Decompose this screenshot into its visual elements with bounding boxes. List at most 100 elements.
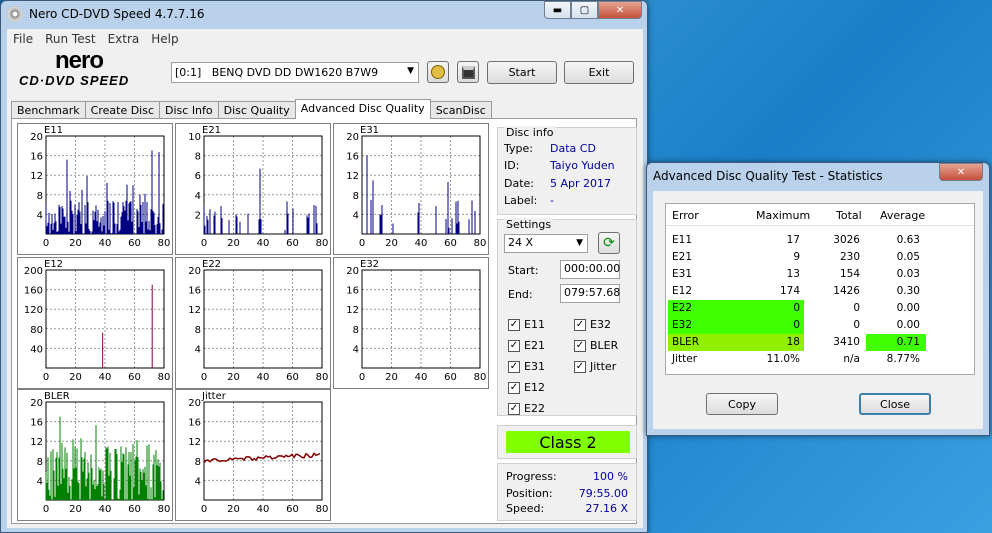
checkbox-e31[interactable]: ✓ E31 — [508, 360, 545, 373]
chevron-down-icon: ▼ — [576, 238, 583, 248]
x-tick: 0 — [201, 504, 207, 515]
type-label: Type: — [504, 142, 533, 155]
check-icon: ✓ — [508, 318, 520, 331]
check-icon: ✓ — [574, 318, 586, 331]
stats-row: BLER 18 3410 0.71 — [666, 334, 974, 351]
disc-info-group: Disc info Type: Data CD ID: Taiyo Yuden … — [497, 126, 637, 215]
checkbox-bler[interactable]: ✓ BLER — [574, 339, 618, 352]
x-tick: 80 — [316, 238, 329, 249]
y-tick: 8 — [37, 457, 43, 468]
header-maximum: Maximum — [756, 209, 811, 222]
stats-title-bar[interactable]: Advanced Disc Quality Test - Statistics — [647, 163, 989, 189]
header-error: Error — [672, 209, 699, 222]
y-tick: 12 — [188, 437, 201, 448]
position-value: 79:55.00 — [578, 487, 628, 500]
y-tick: 4 — [195, 191, 201, 202]
tab-benchmark[interactable]: Benchmark — [11, 101, 86, 119]
menu-bar: File Run Test Extra Help — [7, 29, 643, 49]
y-tick: 4 — [195, 476, 201, 487]
graph-e21: E21 10 8 6 4 2 0 20 40 60 80 — [175, 123, 331, 255]
label-value: - — [550, 194, 554, 207]
graph-bler: BLER 20 16 12 8 4 0 20 40 60 80 — [17, 389, 173, 521]
y-tick: 4 — [195, 344, 201, 355]
tab-scandisc[interactable]: ScanDisc — [429, 101, 492, 119]
graph-jitter: Jitter 20 16 12 8 4 0 20 40 60 80 — [175, 389, 331, 521]
y-tick: 4 — [353, 210, 359, 221]
minimize-button[interactable]: ▬ — [544, 1, 571, 19]
class-badge: Class 2 — [506, 431, 630, 453]
x-tick: 40 — [257, 238, 270, 249]
close-stats-button[interactable]: Close — [859, 393, 931, 415]
x-tick: 20 — [227, 504, 240, 515]
x-tick: 60 — [286, 504, 299, 515]
x-tick: 60 — [286, 372, 299, 383]
menu-extra[interactable]: Extra — [102, 32, 146, 46]
tab-advanced-disc-quality[interactable]: Advanced Disc Quality — [294, 99, 431, 119]
tab-create-disc[interactable]: Create Disc — [84, 101, 161, 119]
y-tick: 16 — [188, 418, 201, 429]
trace-line — [203, 452, 321, 464]
x-tick: 0 — [201, 238, 207, 249]
graph-e12: E12 200 160 120 80 40 0 20 40 60 80 — [17, 257, 173, 389]
checkbox-e12[interactable]: ✓ E12 — [508, 381, 545, 394]
x-tick: 60 — [286, 238, 299, 249]
stats-close-button[interactable]: ✕ — [939, 163, 983, 181]
tab-disc-info[interactable]: Disc Info — [159, 101, 219, 119]
check-icon: ✓ — [508, 381, 520, 394]
save-button[interactable] — [457, 61, 479, 83]
y-tick: 16 — [346, 286, 359, 297]
nero-logo: nero CD·DVD SPEED — [19, 47, 130, 88]
start-label: Start: — [508, 264, 539, 277]
y-tick: 20 — [188, 266, 201, 277]
id-value: Taiyo Yuden — [550, 159, 615, 172]
refresh-button[interactable]: ⟳ — [598, 232, 620, 254]
y-tick: 6 — [195, 171, 201, 182]
menu-help[interactable]: Help — [145, 32, 184, 46]
checkbox-jitter[interactable]: ✓ Jitter — [574, 360, 616, 373]
checkbox-e11[interactable]: ✓ E11 — [508, 318, 545, 331]
x-tick: 40 — [415, 238, 428, 249]
label-label: Label: — [504, 194, 538, 207]
stats-client: Error Maximum Total Average E11 17 3026 0.6… — [653, 191, 983, 429]
x-tick: 40 — [99, 504, 112, 515]
speed-select[interactable]: 24 X ▼ — [504, 234, 588, 253]
close-button[interactable]: ✕ — [598, 1, 642, 19]
start-input[interactable]: 000:00.00 — [560, 260, 620, 279]
y-tick: 16 — [30, 152, 43, 163]
type-value: Data CD — [550, 142, 596, 155]
class-group: Class 2 — [497, 425, 637, 459]
maximize-button[interactable]: ▢ — [571, 1, 598, 19]
start-button[interactable]: Start — [487, 61, 557, 84]
end-input[interactable]: 079:57.68 — [560, 284, 620, 303]
stats-row: E21 9 230 0.05 — [672, 251, 920, 263]
chevron-down-icon: ▼ — [407, 66, 414, 76]
y-tick: 120 — [24, 305, 43, 316]
stats-row: Jitter 11.0% n/a 8.77% — [672, 353, 920, 365]
x-tick: 80 — [158, 504, 171, 515]
position-label: Position: — [506, 487, 553, 500]
menu-file[interactable]: File — [7, 32, 39, 46]
x-tick: 20 — [69, 238, 82, 249]
x-tick: 20 — [69, 372, 82, 383]
checkbox-e21[interactable]: ✓ E21 — [508, 339, 545, 352]
drive-info-button[interactable] — [427, 61, 449, 83]
x-tick: 80 — [158, 372, 171, 383]
copy-button[interactable]: Copy — [706, 393, 778, 415]
progress-value: 100 % — [593, 470, 628, 483]
check-icon: ✓ — [574, 360, 586, 373]
checkbox-e32[interactable]: ✓ E32 — [574, 318, 611, 331]
graph-e11: E11 20 16 12 8 4 0 20 40 60 80 — [17, 123, 173, 255]
stats-row: E12 174 1426 0.30 — [672, 285, 920, 297]
y-tick: 8 — [353, 325, 359, 336]
y-tick: 10 — [188, 132, 201, 143]
graph-e32: E32 20 16 12 8 4 0 20 40 60 80 — [333, 257, 489, 389]
x-tick: 40 — [257, 372, 270, 383]
drive-select[interactable]: [0:1] BENQ DVD DD DW1620 B7W9 ▼ — [171, 62, 419, 83]
exit-button[interactable]: Exit — [564, 61, 634, 84]
tab-disc-quality[interactable]: Disc Quality — [217, 101, 296, 119]
y-tick: 200 — [24, 266, 43, 277]
checkbox-e22[interactable]: ✓ E22 — [508, 402, 545, 415]
y-tick: 160 — [24, 286, 43, 297]
stats-row: E11 17 3026 0.63 — [672, 234, 920, 246]
menu-run-test[interactable]: Run Test — [39, 32, 101, 46]
